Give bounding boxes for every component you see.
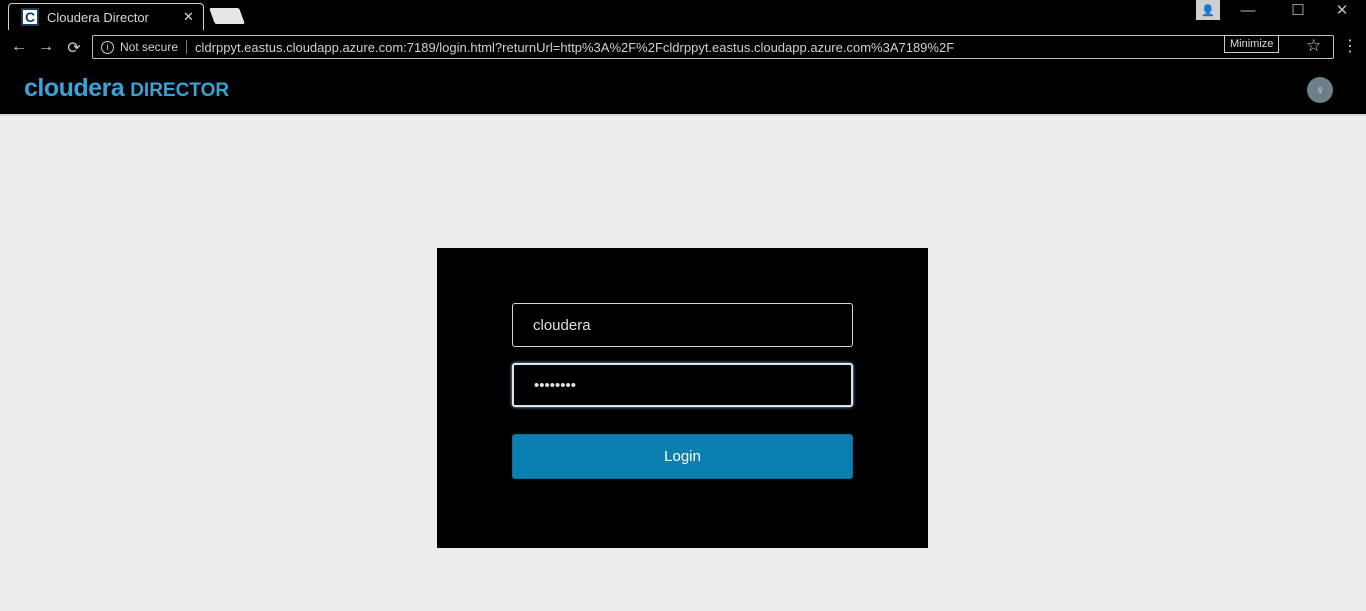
browser-toolbar: ← → ⟳ i Not secure cldrppyt.eastus.cloud… (0, 32, 1366, 62)
bookmark-star-icon[interactable]: ☆ (1306, 36, 1321, 56)
password-input[interactable] (512, 363, 853, 407)
profile-icon[interactable]: 👤 (1196, 0, 1220, 20)
user-avatar-icon[interactable]: ♀ (1307, 77, 1333, 103)
address-bar[interactable]: i Not secure cldrppyt.eastus.cloudapp.az… (92, 35, 1334, 59)
tab-title: Cloudera Director (47, 9, 149, 25)
maximize-button[interactable]: ☐ (1286, 0, 1310, 20)
username-input[interactable] (512, 303, 853, 347)
reload-icon[interactable]: ⟳ (63, 38, 85, 58)
close-window-button[interactable]: ✕ (1330, 0, 1354, 20)
cloudera-favicon-icon: C (21, 8, 39, 26)
new-tab-button[interactable] (209, 8, 245, 24)
forward-arrow-icon[interactable]: → (35, 38, 57, 56)
not-secure-label: Not secure (120, 40, 188, 54)
back-arrow-icon[interactable]: ← (8, 38, 30, 56)
url-text[interactable]: cldrppyt.eastus.cloudapp.azure.com:7189/… (195, 40, 1195, 55)
app-header: cloudera DIRECTOR ♀ (0, 62, 1366, 116)
login-card: Login (437, 248, 928, 548)
logo-sub-text: DIRECTOR (130, 80, 230, 101)
login-button[interactable]: Login (512, 434, 853, 479)
minimize-tooltip: Minimize (1224, 35, 1280, 53)
tab-close-icon[interactable]: ✕ (183, 9, 194, 25)
browser-menu-icon[interactable]: ⋮ (1342, 36, 1358, 56)
browser-tab-bar: C Cloudera Director ✕ 👤 — ☐ ✕ (0, 0, 1366, 32)
browser-tab[interactable]: C Cloudera Director ✕ (8, 3, 204, 30)
minimize-button[interactable]: — (1236, 0, 1260, 20)
logo-main-text: cloudera (24, 74, 125, 102)
cloudera-director-logo[interactable]: cloudera DIRECTOR (24, 74, 229, 103)
info-icon[interactable]: i (101, 40, 114, 54)
